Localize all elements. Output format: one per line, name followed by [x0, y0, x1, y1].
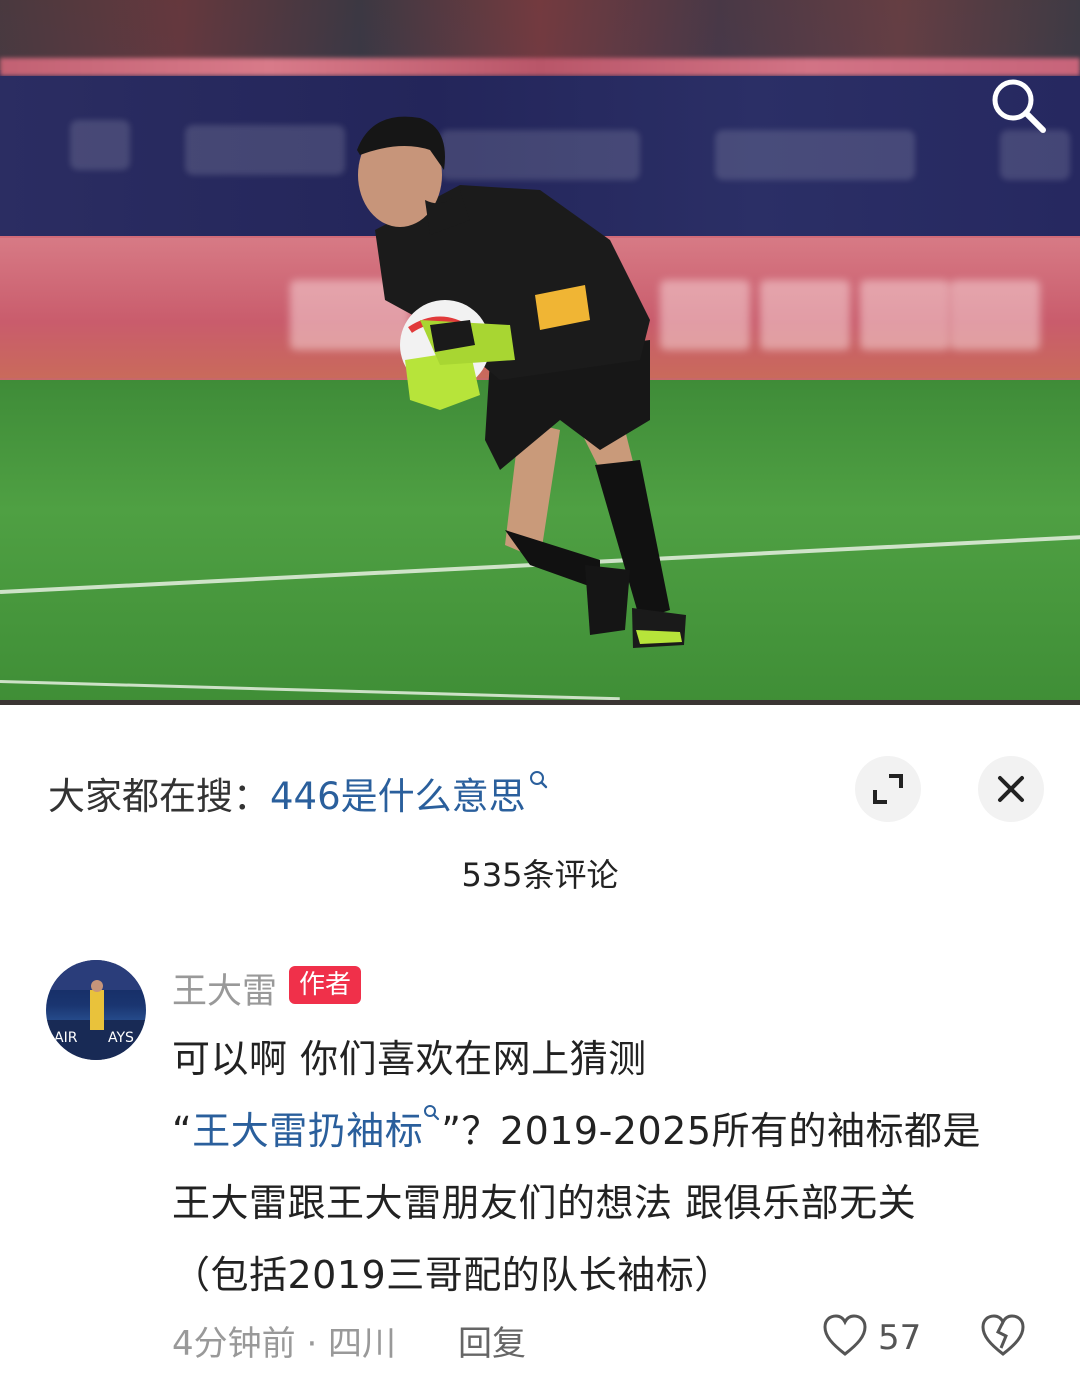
close-button[interactable]	[978, 756, 1044, 822]
hero-photo	[0, 0, 1080, 705]
comment-line-1: 可以啊 你们喜欢在网上猜测	[172, 1037, 647, 1081]
search-mini-icon	[529, 771, 547, 789]
search-mini-icon	[424, 1105, 440, 1121]
svg-text:AIR: AIR	[54, 1030, 78, 1046]
hot-search-bar[interactable]: 大家都在搜：446是什么意思	[48, 766, 549, 820]
heart-broken-icon[interactable]	[980, 1314, 1026, 1358]
like-count: 57	[878, 1318, 922, 1358]
close-icon	[998, 776, 1024, 802]
comment-line-4: （包括2019三哥配的队长袖标）	[172, 1253, 733, 1297]
author-badge: 作者	[289, 966, 362, 1004]
comment-keyword-link[interactable]: 王大雷扔袖标	[192, 1109, 423, 1153]
search-icon[interactable]	[985, 72, 1051, 138]
comment-time-location: 4分钟前 · 四川	[172, 1324, 397, 1364]
expand-icon	[873, 774, 903, 804]
svg-text:AYS: AYS	[108, 1030, 134, 1046]
reply-button[interactable]: 回复	[458, 1316, 526, 1365]
heart-icon[interactable]	[822, 1314, 868, 1358]
comment-sheet: 大家都在搜：446是什么意思 535条评论 AIR AYS 王大雷 作者 可以啊…	[0, 728, 1080, 1400]
goalkeeper-figure	[357, 116, 686, 648]
comment-line-3: 王大雷跟王大雷朋友们的想法 跟俱乐部无关	[172, 1181, 917, 1225]
comment-line-2: “王大雷扔袖标 ”？2019-2025所有的袖标都是	[172, 1100, 981, 1155]
comment-author[interactable]: 王大雷	[172, 963, 277, 1014]
hot-search-keyword[interactable]: 446是什么意思	[270, 775, 526, 818]
comments-count: 535条评论	[461, 856, 619, 894]
expand-button[interactable]	[855, 756, 921, 822]
avatar[interactable]: AIR AYS	[46, 960, 146, 1060]
hot-search-prefix: 大家都在搜：	[48, 775, 270, 818]
